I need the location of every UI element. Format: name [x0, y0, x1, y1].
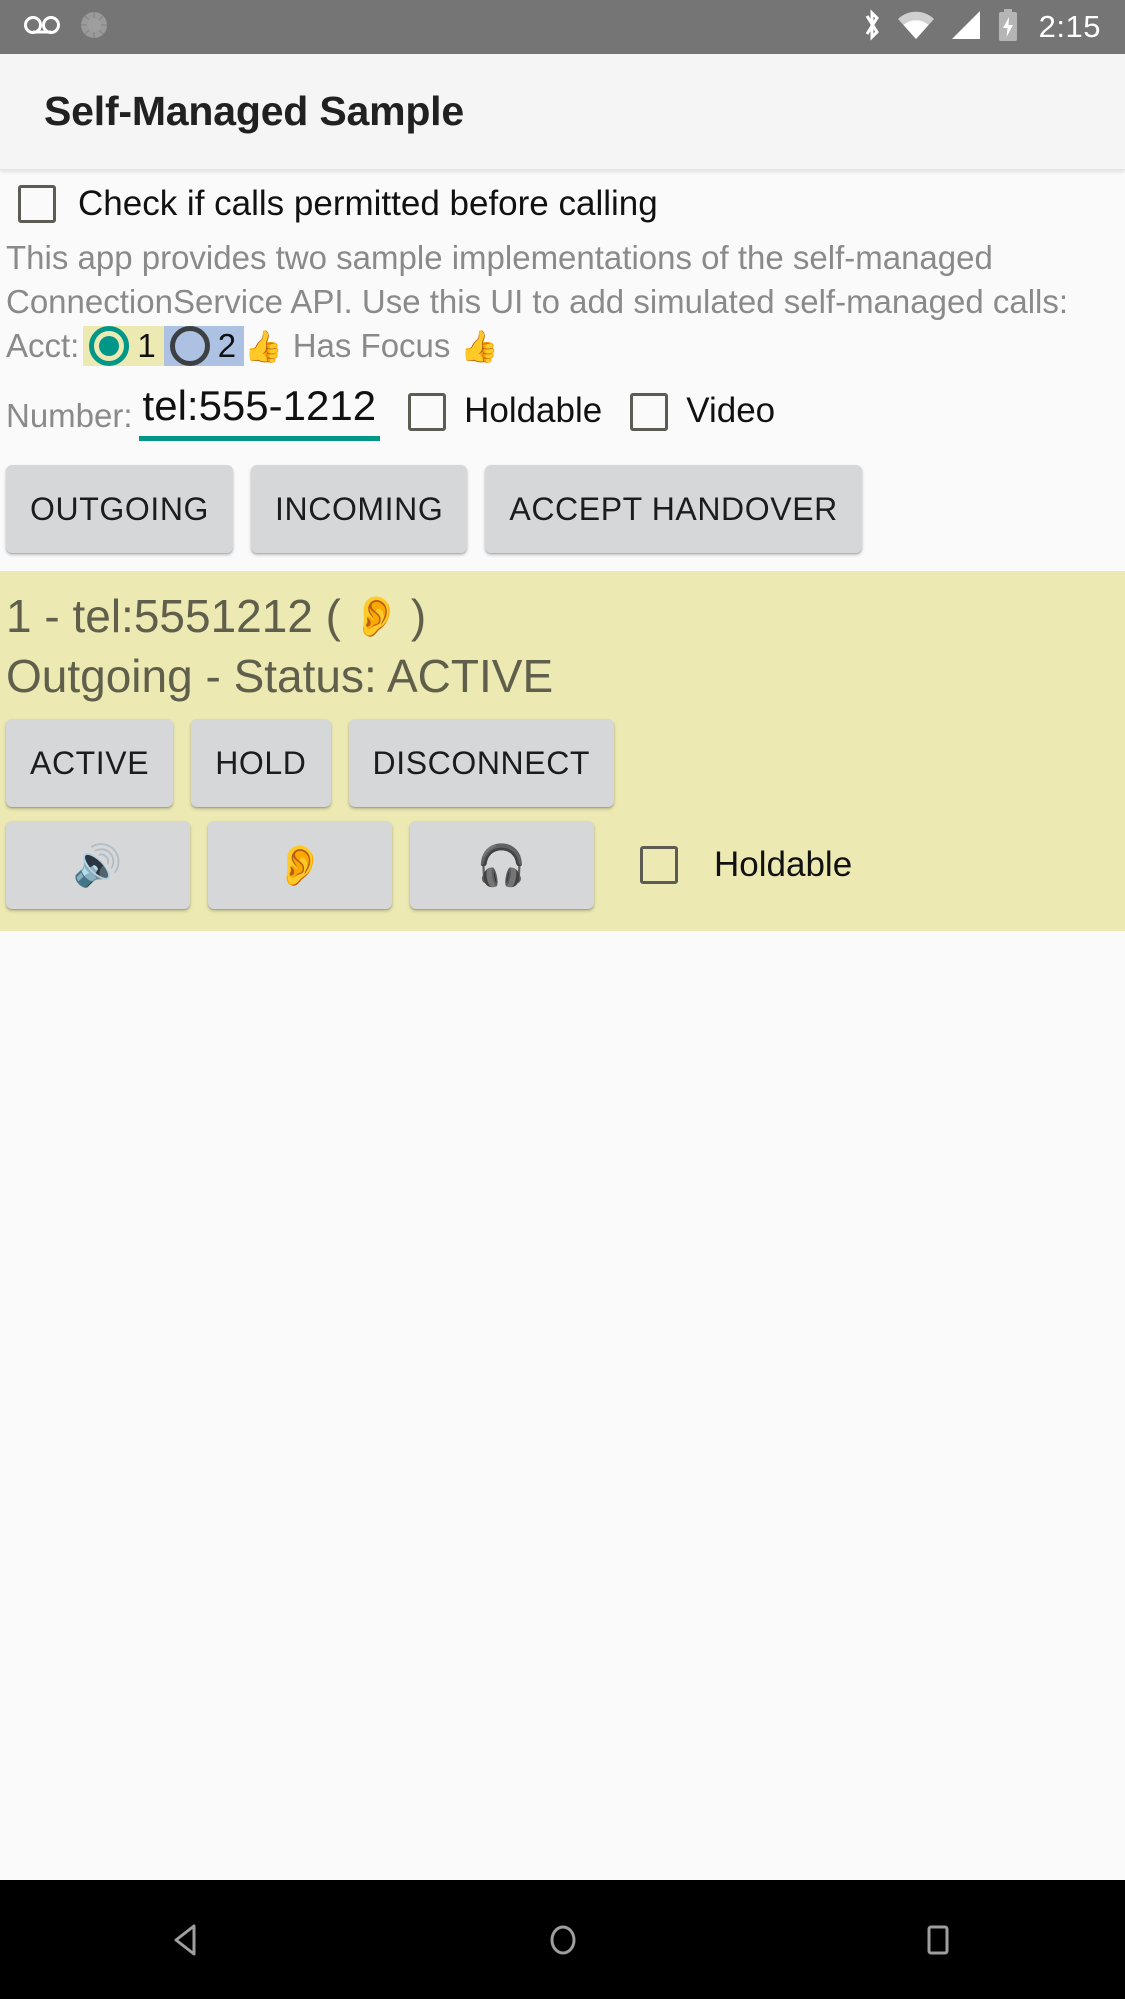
account-row: Acct: 1 2 👍 Has Focus 👍	[0, 324, 1125, 366]
number-holdable-checkbox[interactable]	[408, 393, 447, 431]
nav-home-button[interactable]	[473, 1880, 653, 1999]
battery-charging-icon	[997, 8, 1019, 47]
outgoing-button[interactable]: OUTGOING	[6, 465, 234, 553]
account-radio-1-label: 1	[137, 327, 156, 364]
audio-route-speaker-button[interactable]: 🔊	[6, 821, 190, 909]
bluetooth-icon	[861, 8, 883, 47]
check-permitted-row[interactable]: Check if calls permitted before calling	[0, 170, 1125, 230]
sync-icon	[76, 7, 112, 48]
status-bar-clock: 2:15	[1038, 9, 1101, 44]
wifi-icon	[897, 10, 935, 45]
account-label: Acct:	[6, 327, 80, 364]
system-navigation-bar	[0, 1880, 1125, 1999]
call-status: Outgoing - Status: ACTIVE	[6, 650, 554, 702]
thumbs-up-left-icon: 👍	[244, 328, 283, 364]
call-title-prefix: 1 - tel:5551212 (	[6, 590, 342, 642]
page-title: Self-Managed Sample	[44, 88, 464, 134]
action-button-row: OUTGOING INCOMING ACCEPT HANDOVER	[0, 449, 1125, 571]
call-holdable-label: Holdable	[714, 845, 853, 884]
nav-recents-button[interactable]	[848, 1880, 1028, 1999]
back-triangle-icon	[174, 1924, 195, 1955]
main-content: Check if calls permitted before calling …	[0, 170, 1125, 1880]
check-permitted-checkbox[interactable]	[18, 185, 56, 223]
empty-space	[0, 931, 1125, 1880]
account-radio-2[interactable]	[169, 326, 210, 366]
account-radio-2-label: 2	[217, 327, 237, 364]
number-row: Number: tel:555-1212 Holdable Video	[0, 366, 1125, 449]
phone-screen: 2:15 Self-Managed Sample Check if calls …	[0, 0, 1125, 1999]
call-disconnect-button[interactable]: DISCONNECT	[348, 719, 615, 807]
audio-route-headset-button[interactable]: 🎧	[410, 821, 594, 909]
number-label: Number:	[6, 397, 133, 434]
thumbs-up-right-icon: 👍	[460, 328, 500, 364]
ear-icon: 👂	[351, 594, 401, 639]
call-title: 1 - tel:5551212 ( 👂 )	[0, 585, 1125, 643]
call-active-button[interactable]: ACTIVE	[6, 719, 174, 807]
call-holdable-checkbox[interactable]	[640, 846, 678, 884]
number-video-checkbox[interactable]	[630, 393, 669, 431]
check-permitted-label: Check if calls permitted before calling	[78, 184, 658, 223]
number-holdable-label: Holdable	[464, 391, 603, 430]
accept-handover-button[interactable]: ACCEPT HANDOVER	[485, 465, 862, 553]
call-hold-button[interactable]: HOLD	[191, 719, 331, 807]
cell-signal-icon	[949, 10, 983, 45]
call-title-suffix: )	[410, 590, 427, 642]
audio-route-earpiece-button[interactable]: 👂	[208, 821, 392, 909]
account-radio-1[interactable]	[89, 326, 130, 366]
status-bar-right-icons: 2:15	[861, 8, 1101, 47]
voicemail-icon	[24, 14, 60, 41]
account-option-2[interactable]: 2	[163, 326, 245, 366]
call-card: 1 - tel:5551212 ( 👂 ) Outgoing - Status:…	[0, 571, 1125, 931]
account-option-1[interactable]: 1	[83, 326, 164, 366]
home-circle-icon	[550, 1925, 575, 1954]
number-video-label: Video	[686, 391, 776, 430]
call-audio-button-row: 🔊 👂 🎧 Holdable	[0, 807, 1125, 909]
incoming-button[interactable]: INCOMING	[251, 465, 468, 553]
nav-back-button[interactable]	[98, 1880, 278, 1999]
number-input[interactable]: tel:555-1212	[138, 382, 381, 441]
call-state-button-row: ACTIVE HOLD DISCONNECT	[0, 705, 1125, 807]
status-bar-left-icons	[24, 7, 112, 48]
app-bar: Self-Managed Sample	[0, 54, 1125, 170]
has-focus-label: Has Focus	[292, 327, 451, 364]
app-description: This app provides two sample implementat…	[6, 239, 1069, 320]
status-bar: 2:15	[0, 0, 1125, 54]
recents-square-icon	[927, 1925, 948, 1954]
